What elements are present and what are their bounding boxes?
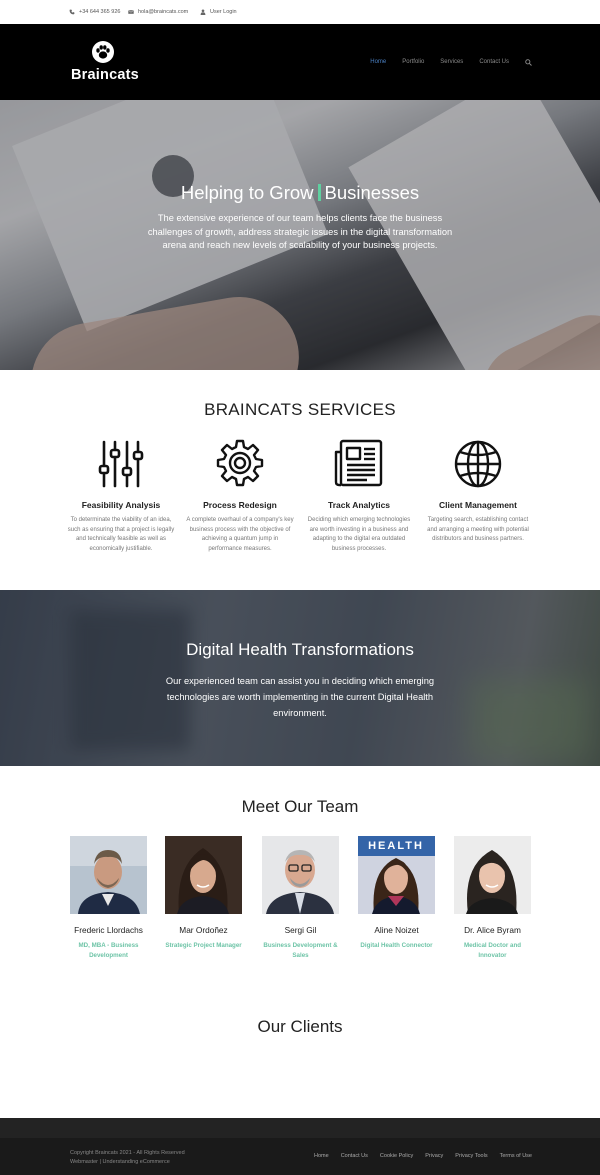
digital-health-title: Digital Health Transformations: [186, 640, 414, 659]
digital-health-banner: Digital Health Transformations Our exper…: [0, 590, 600, 766]
member-photo: [70, 836, 147, 914]
member-role: Medical Doctor and Innovator: [463, 942, 522, 959]
newspaper-icon: [333, 438, 385, 490]
logo[interactable]: Braincats: [71, 41, 139, 83]
hero-title-part2: Businesses: [324, 182, 420, 203]
copyright-text: Copyright Braincats 2021 - All Rights Re…: [70, 1150, 185, 1156]
service-title: Process Redesign: [203, 500, 277, 510]
footer-link-cookie-policy[interactable]: Cookie Policy: [380, 1153, 413, 1159]
brand-name: Braincats: [71, 67, 139, 83]
service-description: To determinate the viability of an idea,…: [67, 517, 175, 552]
service-description: Targeting search, establishing contact a…: [427, 517, 529, 542]
photo-background-text: HEALTH: [368, 840, 424, 852]
member-photo: [262, 836, 339, 914]
member-photo: [454, 836, 531, 914]
email-address: hola@braincats.com: [138, 9, 189, 15]
nav-home[interactable]: Home: [370, 59, 386, 66]
hero-banner: Helping to Grow Businesses The extensive …: [0, 100, 600, 370]
member-name: Mar Ordoñez: [179, 925, 228, 935]
team-title: Meet Our Team: [241, 797, 359, 816]
top-bar: +34 644 365 926 hola@braincats.com User …: [0, 0, 600, 24]
service-description: Deciding which emerging technologies are…: [307, 517, 411, 552]
clients-title: Our Clients: [257, 1017, 343, 1036]
service-process-redesign: Process Redesign A complete overhaul of …: [186, 438, 294, 554]
hero-title-part1: Helping to Grow: [180, 182, 314, 203]
search-icon[interactable]: [525, 59, 532, 66]
team-member-card[interactable]: HEALTH Aline Noizet Digital Health Conne…: [358, 836, 435, 951]
nav-portfolio[interactable]: Portfolio: [402, 59, 424, 66]
service-description: A complete overhaul of a company's key b…: [186, 517, 294, 552]
site-footer: Copyright Braincats 2021 - All Rights Re…: [0, 1118, 600, 1175]
phone-icon: [69, 9, 75, 15]
hero-title: Helping to Grow Businesses: [0, 182, 600, 204]
services-title: BRAINCATS SERVICES: [204, 400, 396, 419]
member-photo: HEALTH: [358, 836, 435, 914]
sliders-icon: [95, 438, 147, 490]
digital-health-text: Our experienced team can assist you in d…: [165, 676, 435, 718]
user-icon: [200, 9, 206, 15]
footer-links: Home Contact Us Cookie Policy Privacy Pr…: [302, 1153, 532, 1159]
footer-link-contact-us[interactable]: Contact Us: [341, 1153, 368, 1159]
service-client-management: Client Management Targeting search, esta…: [424, 438, 532, 545]
footer-link-terms-of-use[interactable]: Terms of Use: [500, 1153, 532, 1159]
main-nav: Home Portfolio Services Contact Us: [354, 59, 532, 66]
member-role: Business Development & Sales: [263, 942, 338, 959]
nav-contact-us[interactable]: Contact Us: [479, 59, 509, 66]
user-login-link[interactable]: User Login: [200, 9, 237, 15]
team-member-card[interactable]: Dr. Alice Byram Medical Doctor and Innov…: [454, 836, 531, 960]
phone-number: +34 644 365 926: [79, 9, 121, 15]
service-track-analytics: Track Analytics Deciding which emerging …: [305, 438, 413, 554]
globe-icon: [452, 438, 504, 490]
service-feasibility-analysis: Feasibility Analysis To determinate the …: [67, 438, 175, 554]
service-title: Feasibility Analysis: [81, 500, 161, 510]
service-title: Track Analytics: [327, 500, 391, 510]
gear-icon: [214, 438, 266, 490]
paw-icon: [92, 41, 114, 63]
footer-link-privacy[interactable]: Privacy: [425, 1153, 443, 1159]
envelope-icon: [128, 10, 134, 14]
footer-top-band: [0, 1118, 600, 1138]
member-role: Digital Health Connector: [360, 942, 433, 949]
nav-services[interactable]: Services: [440, 59, 463, 66]
member-role: MD, MBA - Business Development: [78, 942, 139, 959]
hero-text: The extensive experience of our team hel…: [147, 213, 453, 250]
footer-copyright: Copyright Braincats 2021 - All Rights Re…: [70, 1149, 185, 1167]
member-photo: [165, 836, 242, 914]
email-contact[interactable]: hola@braincats.com: [128, 9, 188, 15]
user-login-label: User Login: [210, 9, 237, 15]
footer-link-privacy-tools[interactable]: Privacy Tools: [455, 1153, 487, 1159]
service-title: Client Management: [439, 500, 517, 510]
team-member-card[interactable]: Sergi Gil Business Development & Sales: [262, 836, 339, 960]
member-name: Sergi Gil: [284, 925, 317, 935]
team-member-card[interactable]: Mar Ordoñez Strategic Project Manager: [165, 836, 242, 951]
phone-contact[interactable]: +34 644 365 926: [69, 9, 120, 15]
member-name: Dr. Alice Byram: [464, 925, 521, 935]
webmaster-link[interactable]: Webmaster | Understanding eCommerce: [70, 1158, 185, 1167]
member-role: Strategic Project Manager: [165, 942, 242, 949]
member-name: Frederic Llordachs: [74, 925, 143, 935]
typing-cursor: [317, 184, 321, 201]
team-member-card[interactable]: Frederic Llordachs MD, MBA - Business De…: [70, 836, 147, 960]
member-name: Aline Noizet: [374, 925, 419, 935]
site-header: Braincats Home Portfolio Services Contac…: [0, 24, 600, 100]
footer-link-home[interactable]: Home: [314, 1153, 329, 1159]
